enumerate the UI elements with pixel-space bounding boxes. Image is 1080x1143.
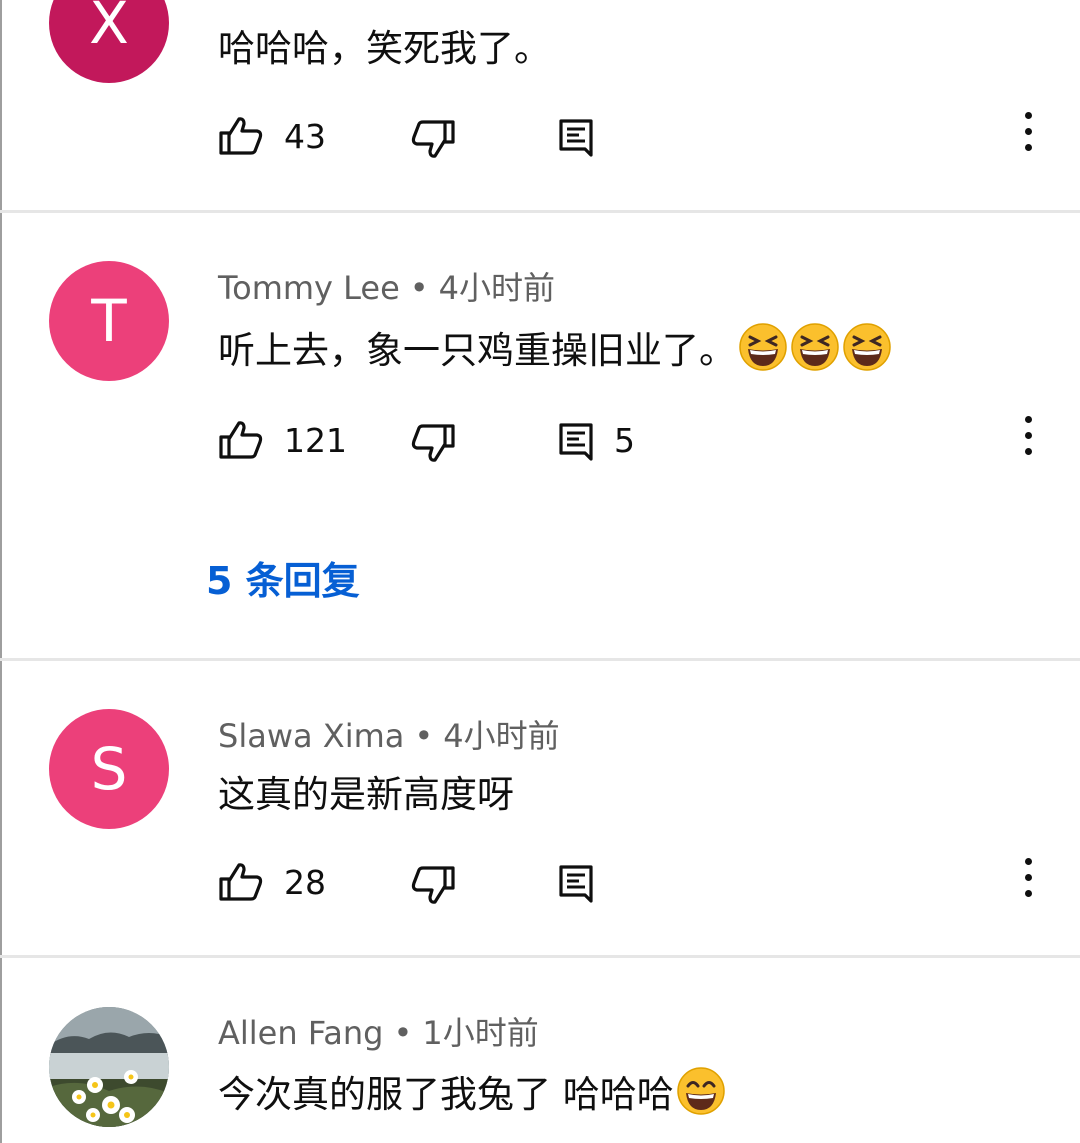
comment-text: 这真的是新高度呀 bbox=[218, 773, 514, 816]
divider bbox=[0, 210, 1080, 213]
like-count: 28 bbox=[284, 862, 326, 902]
thumbs-down-icon bbox=[411, 866, 455, 904]
dislike-button[interactable] bbox=[410, 410, 456, 470]
comment-actions: 28 bbox=[218, 852, 1080, 912]
avatar-letter: X bbox=[89, 0, 129, 57]
comment-meta: Allen Fang • 1小时前 bbox=[218, 1008, 539, 1054]
like-button[interactable]: 43 bbox=[218, 106, 326, 166]
reply-button[interactable]: 5 bbox=[558, 410, 635, 470]
more-options-icon[interactable] bbox=[1020, 112, 1036, 160]
like-count: 121 bbox=[284, 420, 347, 460]
timestamp: 4小时前 bbox=[438, 269, 556, 307]
avatar-letter: T bbox=[91, 287, 127, 355]
dislike-button[interactable] bbox=[410, 852, 456, 912]
thumbs-down-icon bbox=[411, 424, 455, 462]
timestamp: 4小时前 bbox=[443, 717, 560, 755]
separator-dot: • bbox=[414, 717, 434, 755]
thumbs-down-icon bbox=[411, 120, 455, 158]
grinning-squinting-face-icon bbox=[739, 323, 787, 371]
avatar-letter: S bbox=[90, 735, 128, 803]
author-name[interactable]: Tommy Lee bbox=[218, 269, 400, 307]
avatar[interactable]: X bbox=[49, 0, 169, 83]
author-name[interactable]: Allen Fang bbox=[218, 1014, 383, 1052]
comment-icon bbox=[559, 865, 593, 903]
separator-dot: • bbox=[393, 1014, 413, 1052]
timestamp: 1小时前 bbox=[422, 1014, 539, 1052]
comment-icon bbox=[559, 119, 593, 157]
thumbs-up-icon bbox=[219, 117, 263, 155]
more-options-icon[interactable] bbox=[1020, 416, 1036, 464]
thumbs-up-icon bbox=[219, 863, 263, 901]
like-button[interactable]: 121 bbox=[218, 410, 347, 470]
like-count: 43 bbox=[284, 116, 326, 156]
comment-meta: Slawa Xima • 4小时前 bbox=[218, 711, 560, 757]
more-options-icon[interactable] bbox=[1020, 858, 1036, 906]
avatar[interactable]: T bbox=[49, 261, 169, 381]
grinning-squinting-face-icon bbox=[791, 323, 839, 371]
divider bbox=[0, 658, 1080, 661]
view-replies-link[interactable]: 5 条回复 bbox=[206, 550, 360, 605]
comment-icon bbox=[559, 423, 593, 461]
thumbs-up-icon bbox=[219, 421, 263, 459]
like-button[interactable]: 28 bbox=[218, 852, 326, 912]
dislike-button[interactable] bbox=[410, 106, 456, 166]
reply-count: 5 bbox=[614, 420, 635, 460]
author-name[interactable]: Slawa Xima bbox=[218, 717, 404, 755]
comment-meta: Tommy Lee • 4小时前 bbox=[218, 263, 555, 309]
comment-text: 今次真的服了我兔了 哈哈哈 bbox=[218, 1064, 726, 1118]
avatar-photo bbox=[49, 1007, 169, 1127]
left-border bbox=[0, 0, 2, 1143]
reply-button[interactable] bbox=[558, 852, 594, 912]
grinning-squinting-face-icon bbox=[843, 323, 891, 371]
comment-actions: 121 5 bbox=[218, 410, 1080, 470]
divider bbox=[0, 955, 1080, 958]
reply-button[interactable] bbox=[558, 106, 594, 166]
comment-text: 听上去，象一只鸡重操旧业了。 bbox=[218, 320, 892, 374]
separator-dot: • bbox=[409, 269, 429, 307]
comment-actions: 43 bbox=[218, 106, 1080, 166]
grinning-face-with-smiling-eyes-icon bbox=[677, 1067, 725, 1115]
comment-text: 哈哈哈，笑死我了。 bbox=[218, 27, 551, 70]
avatar[interactable] bbox=[49, 1007, 169, 1127]
avatar[interactable]: S bbox=[49, 709, 169, 829]
